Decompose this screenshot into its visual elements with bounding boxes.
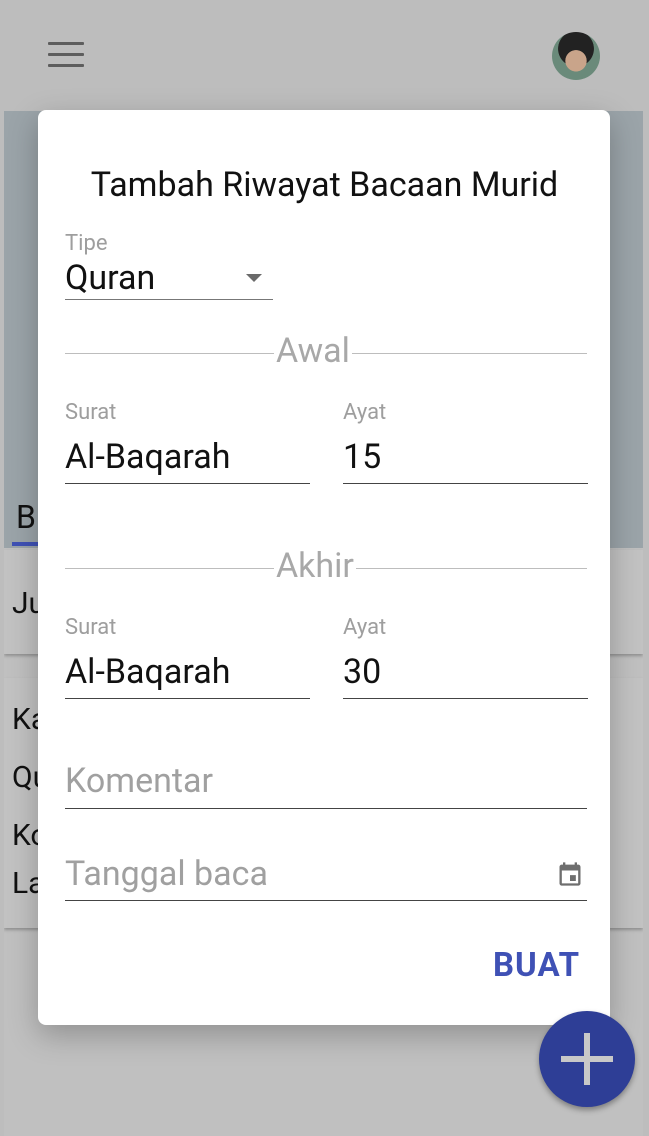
comment-input[interactable]: Komentar	[65, 761, 213, 801]
start-surah-label: Surat	[65, 400, 117, 425]
end-ayah-label: Ayat	[343, 615, 387, 640]
end-surah-input[interactable]: Al-Baqarah	[65, 652, 230, 692]
end-section-label: Akhir	[274, 546, 356, 586]
start-surah-input[interactable]: Al-Baqarah	[65, 437, 230, 477]
app-bar	[4, 0, 643, 111]
date-input[interactable]: Tanggal baca	[65, 854, 268, 894]
end-ayah-underline	[343, 698, 588, 699]
create-button[interactable]: BUAT	[493, 946, 580, 985]
calendar-icon[interactable]	[556, 859, 584, 889]
comment-underline	[65, 808, 587, 809]
start-ayah-input[interactable]: 15	[343, 437, 381, 477]
start-section-label: Awal	[274, 331, 352, 371]
menu-icon[interactable]	[48, 42, 84, 70]
end-surah-underline	[65, 698, 310, 699]
tab-label[interactable]: B	[16, 498, 36, 536]
start-ayah-label: Ayat	[343, 400, 387, 425]
arrow-drop-down-icon[interactable]	[246, 274, 262, 282]
add-fab-button[interactable]	[539, 1011, 635, 1107]
type-label: Tipe	[65, 231, 108, 256]
start-ayah-underline	[343, 483, 588, 484]
end-ayah-input[interactable]: 30	[343, 652, 381, 692]
dialog-title: Tambah Riwayat Bacaan Murid	[90, 165, 559, 205]
type-select-underline	[65, 299, 273, 300]
type-select-value[interactable]: Quran	[65, 258, 155, 298]
avatar[interactable]	[552, 32, 600, 80]
end-surah-label: Surat	[65, 615, 117, 640]
date-underline	[65, 900, 587, 901]
start-surah-underline	[65, 483, 310, 484]
